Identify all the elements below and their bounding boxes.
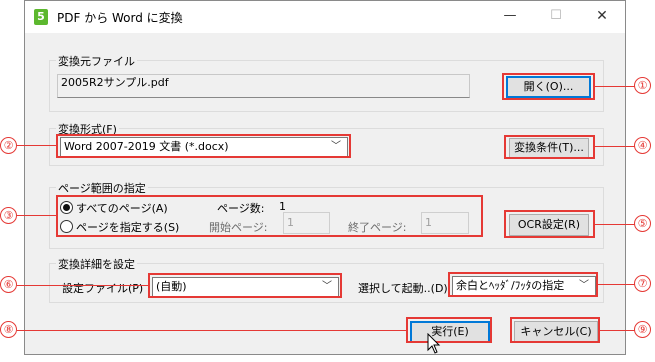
maximize-button[interactable]: ☐ <box>533 1 579 33</box>
marker-6: ⑥ <box>0 276 17 293</box>
callout-open <box>502 73 595 100</box>
leader-6 <box>17 285 148 286</box>
callout-cancel <box>510 317 600 343</box>
page-range-legend: ページ範囲の指定 <box>56 180 148 196</box>
leader-3 <box>17 215 56 216</box>
leader-5 <box>595 224 635 225</box>
leader-7 <box>598 284 635 285</box>
app-logo-icon: 5 <box>34 9 48 25</box>
source-file-field: 2005R2サンプル.pdf <box>57 74 470 98</box>
select-launch-label: 選択して起動..(D) <box>358 282 448 295</box>
callout-ocr <box>504 210 595 238</box>
window-title: PDF から Word に変換 <box>57 11 183 25</box>
leader-9 <box>600 330 635 331</box>
minimize-button[interactable]: — <box>487 1 533 33</box>
marker-2: ② <box>0 137 17 154</box>
close-button[interactable]: ✕ <box>579 1 625 33</box>
marker-4: ④ <box>634 137 651 154</box>
marker-9: ⑨ <box>634 321 651 338</box>
source-file-legend: 変換元ファイル <box>56 53 137 69</box>
details-legend: 変換詳細を設定 <box>56 256 137 272</box>
title-bar: 5 PDF から Word に変換 — ☐ ✕ <box>25 1 625 33</box>
mouse-pointer-icon <box>427 333 441 354</box>
callout-select-launch <box>448 272 598 297</box>
settings-file-label: 設定ファイル(P) <box>62 282 144 295</box>
callout-page-range <box>56 195 483 237</box>
callout-run <box>406 317 492 343</box>
leader-2 <box>17 145 56 146</box>
callout-format <box>56 134 351 158</box>
marker-8: ⑧ <box>0 321 17 338</box>
leader-8 <box>17 330 406 331</box>
leader-4 <box>595 146 635 147</box>
marker-5: ⑤ <box>634 215 651 232</box>
dialog-window: 5 PDF から Word に変換 — ☐ ✕ 変換元ファイル 2005R2サン… <box>24 0 626 355</box>
callout-settings-file <box>148 273 342 298</box>
marker-3: ③ <box>0 207 17 224</box>
marker-7: ⑦ <box>634 275 651 292</box>
callout-conditions <box>504 135 595 159</box>
marker-1: ① <box>634 77 651 94</box>
leader-1 <box>595 86 635 87</box>
